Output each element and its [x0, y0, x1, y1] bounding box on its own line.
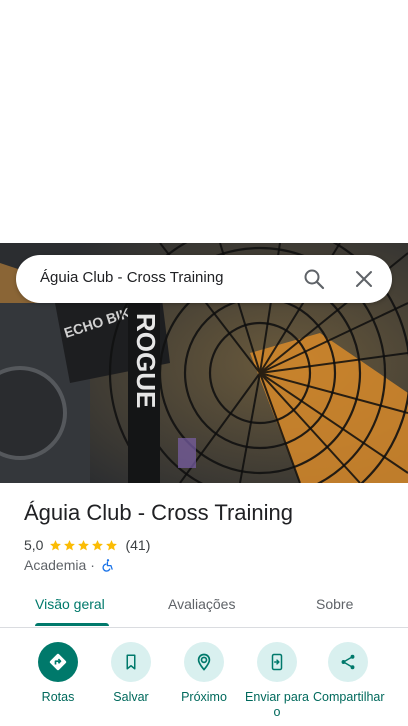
- rating-row[interactable]: 5,0 (41): [24, 536, 150, 554]
- search-icon[interactable]: [302, 267, 326, 291]
- star-icon: [106, 539, 118, 550]
- place-tabs: Visão geral Avaliações Sobre: [0, 584, 408, 628]
- search-input[interactable]: Águia Club - Cross Training: [40, 269, 223, 286]
- directions-icon[interactable]: [38, 642, 78, 682]
- bookmark-icon[interactable]: [111, 642, 151, 682]
- star-icon: [50, 539, 62, 550]
- nearby-icon[interactable]: [184, 642, 224, 682]
- map-area-blank: [0, 0, 408, 243]
- tab-reviews[interactable]: Avaliações: [168, 596, 235, 612]
- active-tab-indicator: [35, 623, 109, 626]
- separator-dot: ·: [90, 557, 95, 573]
- send-to-phone-icon[interactable]: [257, 642, 297, 682]
- category-row: Academia ·: [24, 556, 115, 574]
- tab-about[interactable]: Sobre: [316, 596, 353, 612]
- review-count[interactable]: (41): [125, 537, 150, 553]
- share-label: Compartilhar: [313, 690, 385, 704]
- search-bar[interactable]: Águia Club - Cross Training: [16, 255, 392, 303]
- tab-overview[interactable]: Visão geral: [35, 596, 105, 612]
- rating-value: 5,0: [24, 537, 44, 553]
- wheelchair-accessible-icon: [102, 559, 113, 572]
- save-label: Salvar: [113, 690, 149, 704]
- directions-label: Rotas: [41, 690, 75, 704]
- close-icon[interactable]: [352, 267, 376, 291]
- rating-stars: [49, 539, 119, 552]
- nearby-label: Próximo: [181, 690, 227, 704]
- send-to-phone-label: Enviar para o: [245, 690, 309, 719]
- star-icon: [64, 539, 76, 550]
- place-category: Academia: [24, 557, 87, 573]
- star-icon: [92, 539, 104, 550]
- share-icon[interactable]: [328, 642, 368, 682]
- star-icon: [78, 539, 90, 550]
- place-title: Águia Club - Cross Training: [24, 500, 294, 525]
- brand-text: ROGUE: [131, 313, 161, 408]
